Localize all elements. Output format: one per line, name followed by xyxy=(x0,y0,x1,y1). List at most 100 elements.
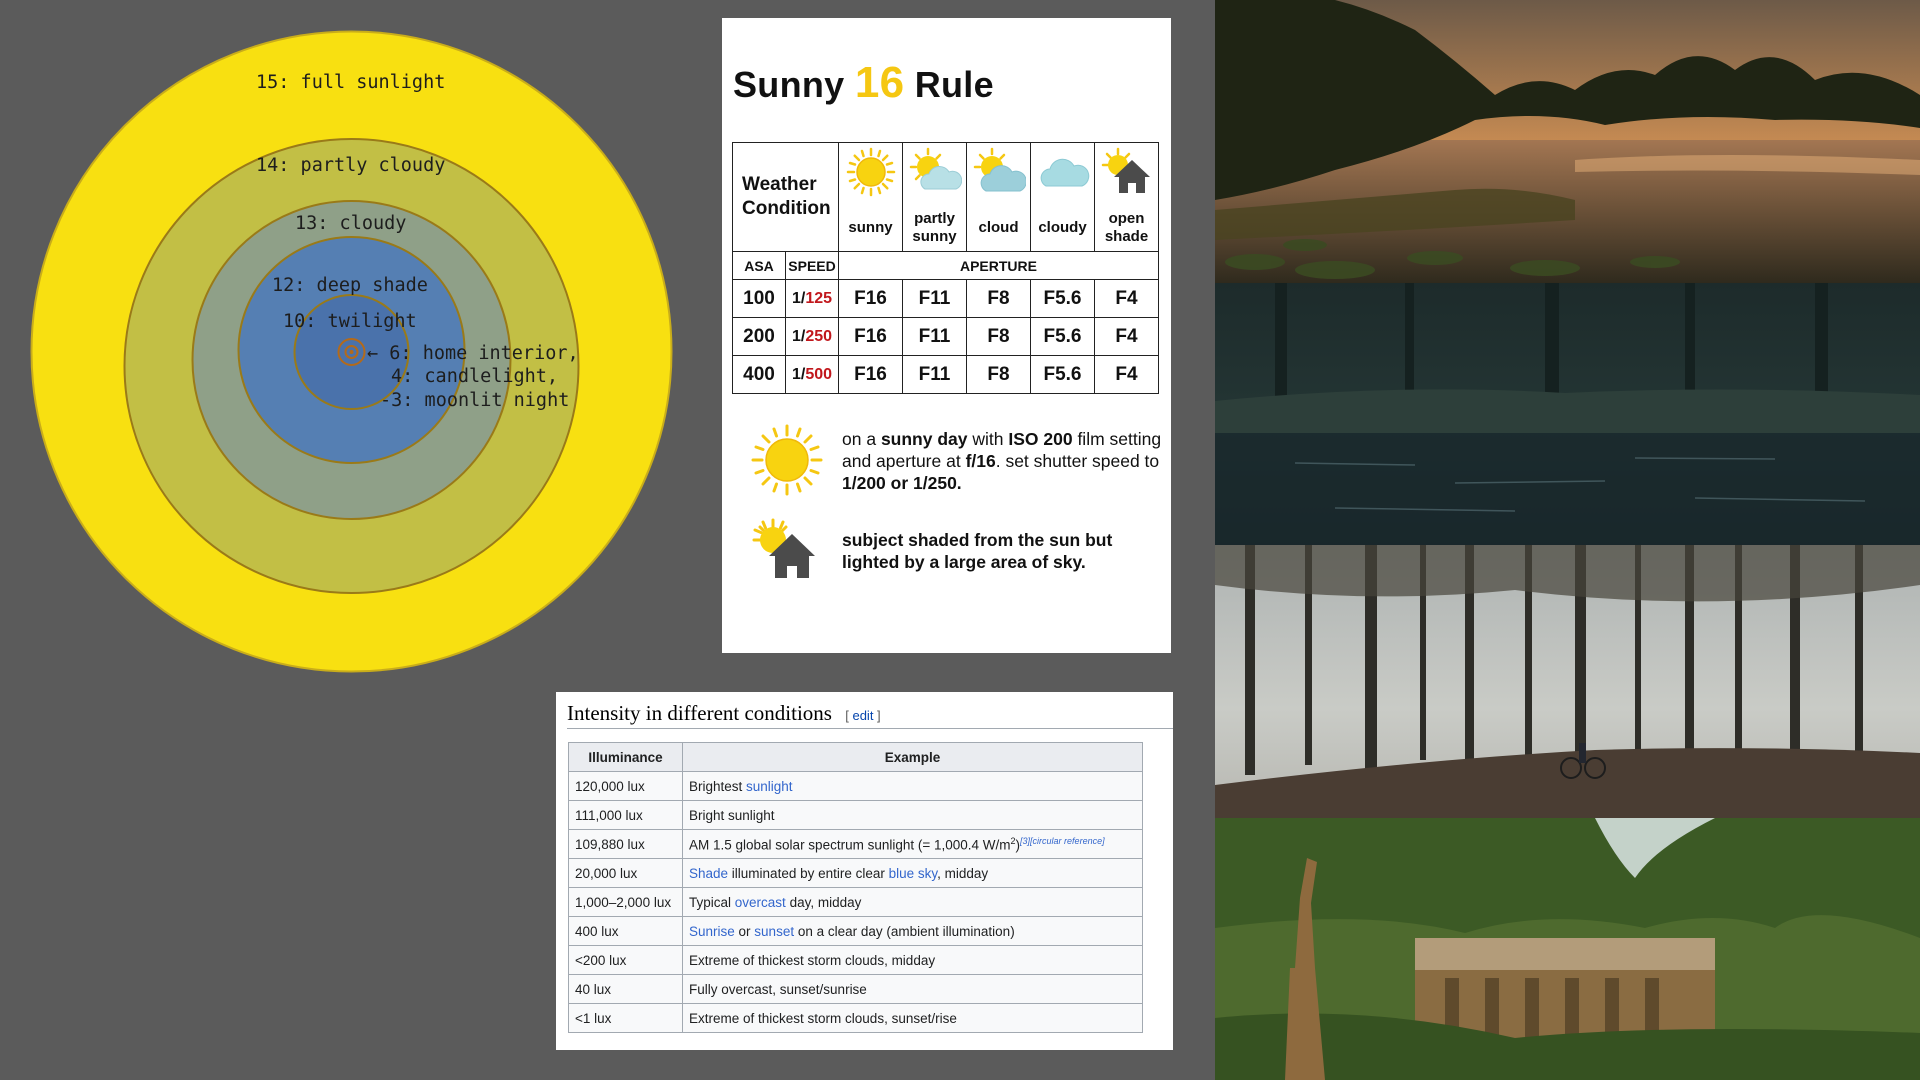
sunny-day-note: on a sunny day with ISO 200 film setting… xyxy=(842,429,1162,493)
aperture-value: F11 xyxy=(902,355,967,394)
cond-open-shade-label: open shade xyxy=(1094,205,1159,252)
aperture-value: F8 xyxy=(966,355,1031,394)
label-candlelight: 4: candlelight, xyxy=(391,366,558,387)
label-moonlit-night: -3: moonlit night xyxy=(380,390,569,411)
aperture-value: F8 xyxy=(966,317,1031,356)
illuminance-value: <1 lux xyxy=(568,1003,683,1033)
wiki-link[interactable]: Sunrise xyxy=(689,924,735,939)
edit-section: [ edit ] xyxy=(845,708,881,723)
speed-value: 1/500 xyxy=(785,355,839,394)
aperture-value: F11 xyxy=(902,279,967,318)
label-twilight: 10: twilight xyxy=(283,311,417,332)
cond-cloud-icon-cell xyxy=(966,142,1031,205)
cond-sunny-icon-cell xyxy=(838,142,903,205)
aperture-value: F4 xyxy=(1094,279,1159,318)
ring-moonlit xyxy=(349,350,354,354)
wiki-section-heading: Intensity in different conditions [ edit… xyxy=(567,701,881,725)
forest-cyclist-photo xyxy=(1215,545,1920,818)
aperture-value: F8 xyxy=(966,279,1031,318)
example-cell: Extreme of thickest storm clouds, sunset… xyxy=(682,1003,1143,1033)
exposure-row-200: 200 1/250 F16 F11 F8 F5.6 F4 xyxy=(732,317,1159,356)
illuminance-value: <200 lux xyxy=(568,945,683,975)
table-row: 120,000 lux Brightest sunlight xyxy=(568,771,1143,801)
aperture-value: F4 xyxy=(1094,355,1159,394)
example-cell: Sunrise or sunset on a clear day (ambien… xyxy=(682,916,1143,946)
sun-cloud-icon xyxy=(973,147,1027,191)
aperture-value: F4 xyxy=(1094,317,1159,356)
sun-cloud-icon xyxy=(909,147,962,189)
aperture-value: F5.6 xyxy=(1030,355,1095,394)
illuminance-value: 1,000–2,000 lux xyxy=(568,887,683,917)
table-row: 40 lux Fully overcast, sunset/sunrise xyxy=(568,974,1143,1004)
illuminance-value: 120,000 lux xyxy=(568,771,683,801)
illuminance-value: 40 lux xyxy=(568,974,683,1004)
example-cell: Fully overcast, sunset/sunrise xyxy=(682,974,1143,1004)
speed-value: 1/125 xyxy=(785,279,839,318)
weather-condition-label: Weather Condition xyxy=(732,142,839,252)
illuminance-value: 20,000 lux xyxy=(568,858,683,888)
aperture-value: F16 xyxy=(838,355,903,394)
illuminance-value: 400 lux xyxy=(568,916,683,946)
example-cell: Shade illuminated by entire clear blue s… xyxy=(682,858,1143,888)
example-cell: AM 1.5 global solar spectrum sunlight (=… xyxy=(682,829,1143,859)
label-cloudy: 13: cloudy xyxy=(295,213,406,234)
wiki-link[interactable]: Shade xyxy=(689,866,728,881)
aperture-value: F5.6 xyxy=(1030,279,1095,318)
title-suffix: Rule xyxy=(914,64,994,105)
table-row: 1,000–2,000 lux Typical overcast day, mid… xyxy=(568,887,1143,917)
aperture-value: F16 xyxy=(838,279,903,318)
table-row: 400 lux Sunrise or sunset on a clear day … xyxy=(568,916,1143,946)
aperture-value: F11 xyxy=(902,317,967,356)
label-deep-shade: 12: deep shade xyxy=(272,275,428,296)
table-row: 109,880 lux AM 1.5 global solar spectrum … xyxy=(568,829,1143,859)
table-row: 111,000 lux Bright sunlight xyxy=(568,800,1143,830)
col-header-example: Example xyxy=(682,742,1143,772)
title-number: 16 xyxy=(854,58,905,107)
sunny16-table: Weather Condition sunny partly sunny clo… xyxy=(732,142,1159,394)
cond-partly-sunny-icon-cell xyxy=(902,142,967,205)
sunny16-card: Sunny 16 Rule Weather Condition sunny pa… xyxy=(722,18,1171,653)
citation-link[interactable]: [3][circular reference] xyxy=(1020,836,1105,846)
asa-value: 100 xyxy=(732,279,786,318)
edit-link[interactable]: edit xyxy=(852,708,873,723)
sunset-river-photo xyxy=(1215,0,1920,283)
sun-icon xyxy=(846,147,895,196)
col-header-illuminance: Illuminance xyxy=(568,742,683,772)
aperture-value: F5.6 xyxy=(1030,317,1095,356)
cond-open-shade-icon-cell xyxy=(1094,142,1159,205)
sun-icon xyxy=(751,424,823,496)
example-cell: Typical overcast day, midday xyxy=(682,887,1143,917)
illuminance-value: 111,000 lux xyxy=(568,800,683,830)
label-home-interior: ← 6: home interior, xyxy=(367,343,579,364)
sunny16-title: Sunny 16 Rule xyxy=(733,58,994,108)
example-cell: Bright sunlight xyxy=(682,800,1143,830)
label-partly-cloudy: 14: partly cloudy xyxy=(256,155,445,176)
cond-cloudy-label: cloudy xyxy=(1030,205,1095,252)
illuminance-table: Illuminance Example 120,000 lux Brightest… xyxy=(568,742,1143,1033)
wiki-link[interactable]: sunlight xyxy=(746,779,793,794)
cond-sunny-label: sunny xyxy=(838,205,903,252)
asa-value: 200 xyxy=(732,317,786,356)
open-shade-note: subject shaded from the sun but lighted … xyxy=(842,530,1113,572)
speed-value: 1/250 xyxy=(785,317,839,356)
asa-value: 400 xyxy=(732,355,786,394)
wiki-link[interactable]: overcast xyxy=(735,895,786,910)
speed-header: SPEED xyxy=(785,251,839,280)
exposure-row-100: 100 1/125 F16 F11 F8 F5.6 F4 xyxy=(732,279,1159,318)
wiki-link[interactable]: blue sky xyxy=(889,866,938,881)
exposure-row-400: 400 1/500 F16 F11 F8 F5.6 F4 xyxy=(732,355,1159,394)
cond-cloud-label: cloud xyxy=(966,205,1031,252)
giraffe-garden-photo xyxy=(1215,818,1920,1080)
sun-house-icon xyxy=(1101,147,1150,193)
ev-ring-diagram: 15: full sunlight 14: partly cloudy 13: … xyxy=(30,30,673,673)
cloud-icon xyxy=(1040,158,1089,186)
table-row: <1 lux Extreme of thickest storm clouds, … xyxy=(568,1003,1143,1033)
wiki-link[interactable]: sunset xyxy=(754,924,794,939)
dark-forest-pond-photo xyxy=(1215,283,1920,545)
cond-partly-sunny-label: partly sunny xyxy=(902,205,967,252)
example-cell: Brightest sunlight xyxy=(682,771,1143,801)
aperture-value: F16 xyxy=(838,317,903,356)
heading-divider xyxy=(567,728,1173,729)
illuminance-value: 109,880 lux xyxy=(568,829,683,859)
sun-house-icon xyxy=(752,518,815,578)
